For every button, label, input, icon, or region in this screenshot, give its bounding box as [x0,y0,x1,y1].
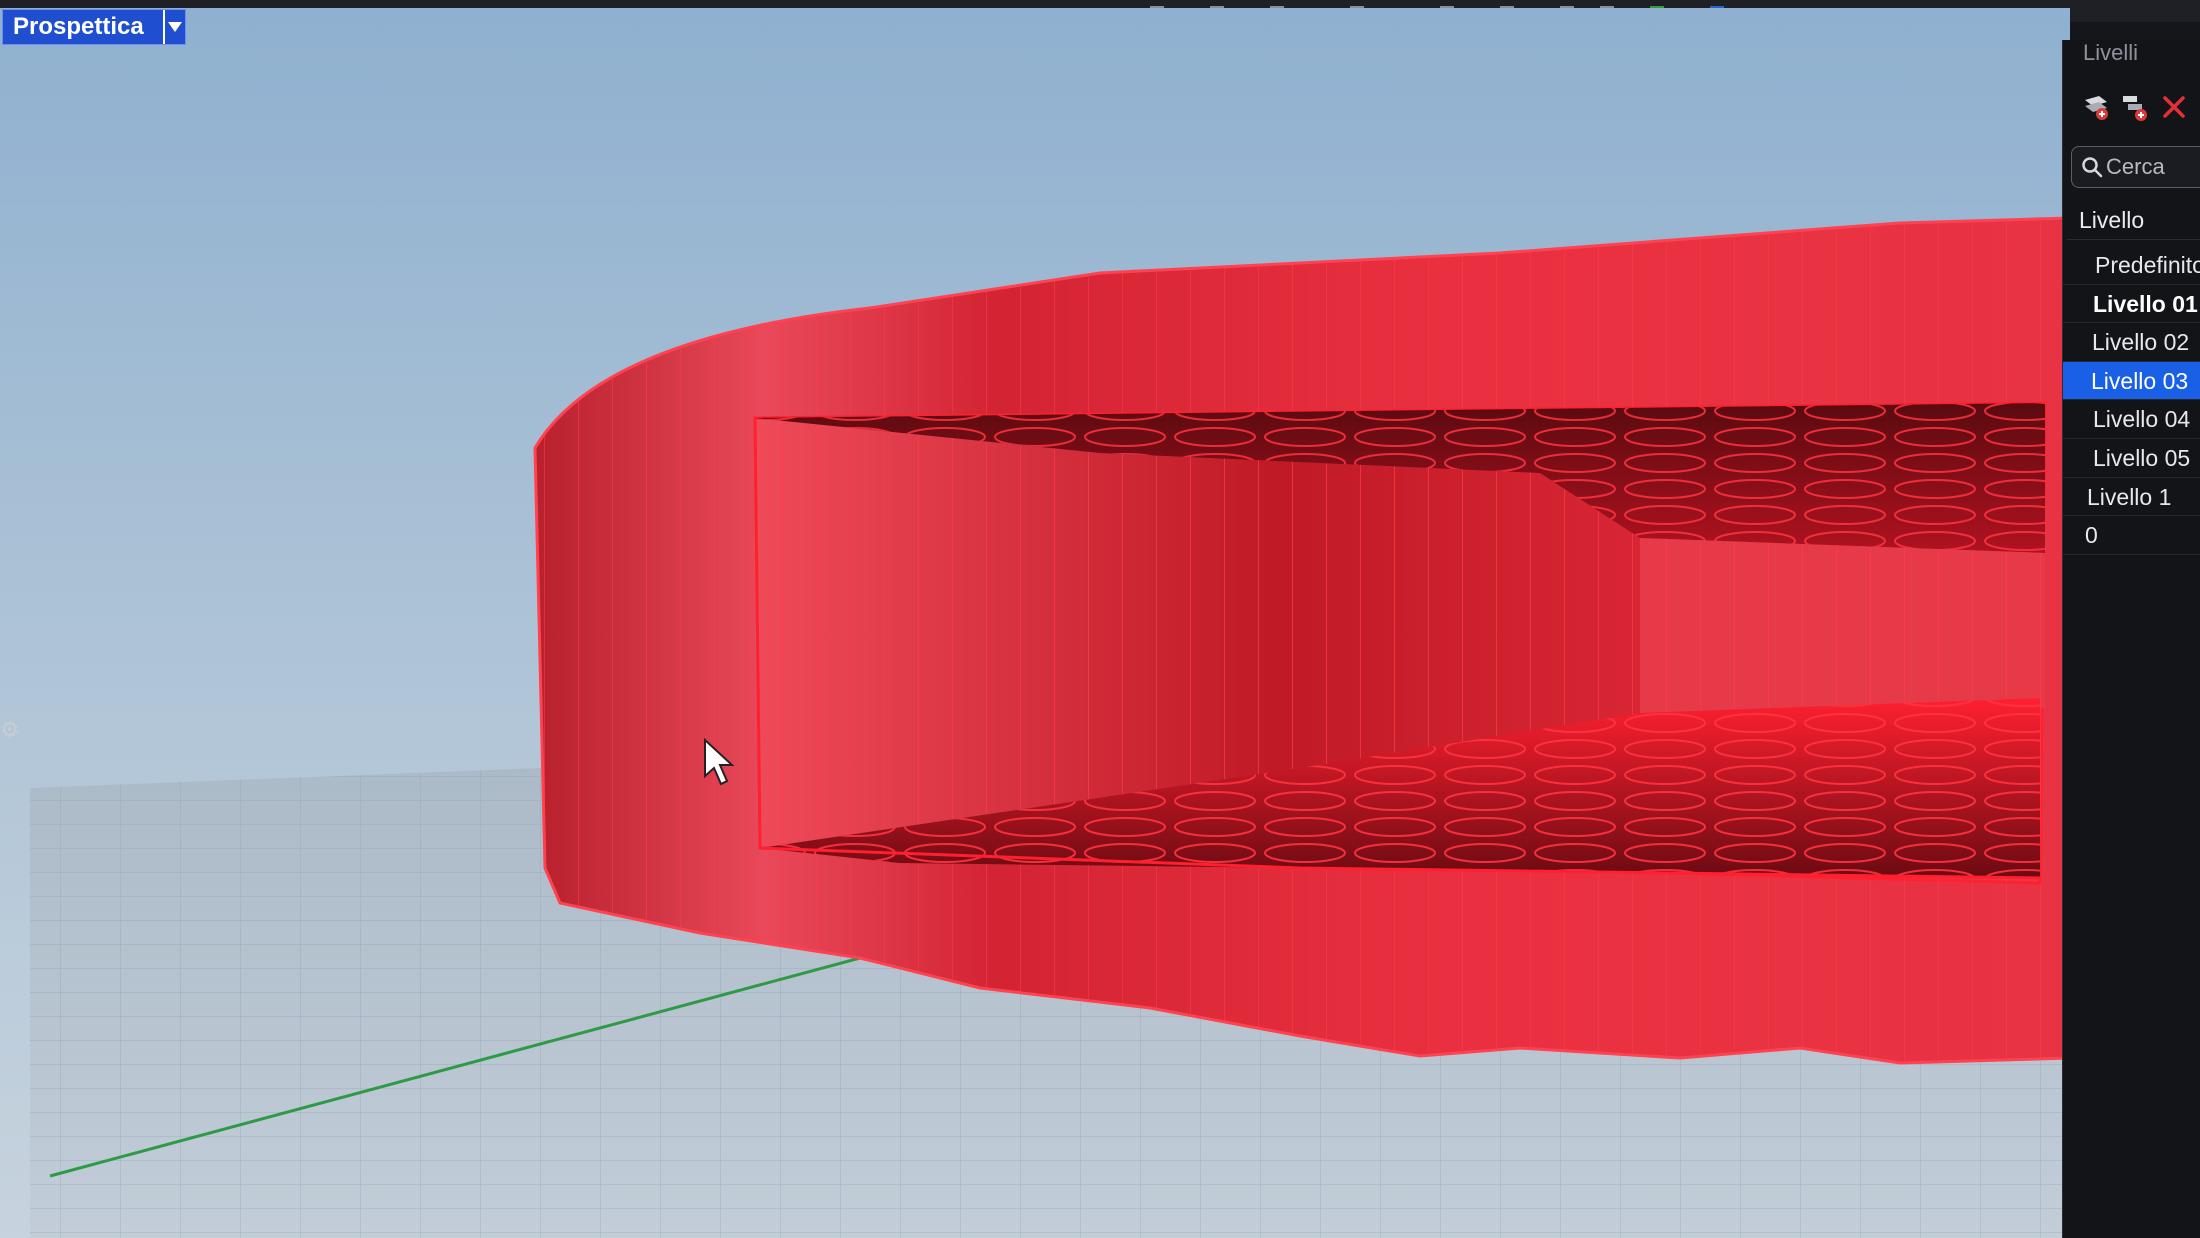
layer-name: 0 [2085,522,2098,549]
layer-column-header[interactable]: Livello [2067,200,2200,240]
layer-search[interactable] [2071,146,2200,188]
search-input[interactable] [2106,153,2200,181]
search-icon [2082,157,2103,178]
new-sublayer-icon[interactable] [2119,92,2149,122]
layer-name: Livello 1 [2087,483,2172,510]
layer-row-livello-03[interactable]: Livello 03 [2063,361,2200,401]
panel-title: Livelli [2083,40,2139,65]
layer-row-livello-04[interactable]: Livello 04 [2063,400,2200,439]
layer-name: Livello 03 [2091,367,2189,394]
layer-row-livello-02[interactable]: Livello 02 [2063,323,2200,362]
panel-toolbar [2081,92,2200,128]
layer-name: Livello 04 [2093,406,2191,433]
layer-row-livello-05[interactable]: Livello 05 [2063,439,2200,478]
layer-list: Predefinito Livello 01 Livello 02 Livell… [2063,246,2200,555]
viewport-title: Prospettica [13,13,144,40]
layer-row-livello-01[interactable]: Livello 01 [2063,285,2200,324]
layers-panel: Livelli Cerca Livello Predefinito Livell… [2062,40,2200,1238]
delete-icon[interactable] [2159,92,2189,122]
triangle-down-icon[interactable] [163,10,185,44]
layer-name: Livello 01 [2093,290,2198,317]
layer-name: Livello 05 [2093,444,2191,471]
layer-row-0[interactable]: 0 [2063,516,2200,555]
layer-name: Livello 02 [2092,329,2190,356]
layer-row-livello-1[interactable]: Livello 1 [2063,478,2200,517]
layer-name: Predefinito [2095,252,2200,278]
viewport-title-tab[interactable]: Prospettica [2,9,186,45]
layer-row-predefinito[interactable]: Predefinito [2063,246,2200,285]
perspective-viewport[interactable] [0,8,2070,1238]
viewport-canvas[interactable] [0,8,2070,1238]
gear-icon[interactable]: ⚙ [0,718,20,748]
new-layer-icon[interactable] [2081,92,2111,122]
